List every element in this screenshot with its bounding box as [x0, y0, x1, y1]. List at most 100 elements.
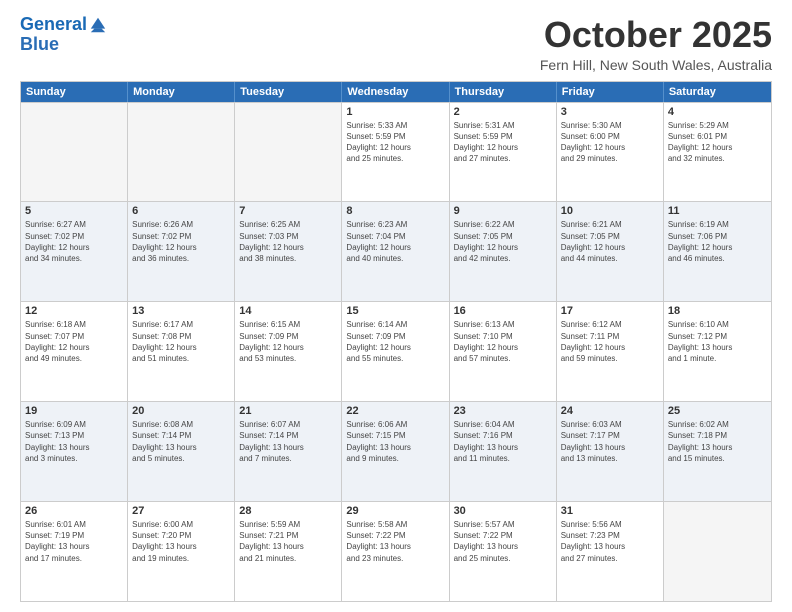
day-info: Sunrise: 6:25 AMSunset: 7:03 PMDaylight:… [239, 219, 337, 264]
header-day-saturday: Saturday [664, 82, 771, 102]
day-cell-5: 5 Sunrise: 6:27 AMSunset: 7:02 PMDaylight… [21, 202, 128, 301]
logo-general: General [20, 15, 87, 35]
day-info: Sunrise: 6:26 AMSunset: 7:02 PMDaylight:… [132, 219, 230, 264]
page: General Blue October 2025 Fern Hill, New… [0, 0, 792, 612]
empty-cell-4-6 [664, 502, 771, 601]
day-info: Sunrise: 5:31 AMSunset: 5:59 PMDaylight:… [454, 120, 552, 165]
day-number: 3 [561, 106, 659, 118]
day-number: 12 [25, 305, 123, 317]
day-info: Sunrise: 6:03 AMSunset: 7:17 PMDaylight:… [561, 419, 659, 464]
day-cell-22: 22 Sunrise: 6:06 AMSunset: 7:15 PMDayligh… [342, 402, 449, 501]
day-info: Sunrise: 6:18 AMSunset: 7:07 PMDaylight:… [25, 319, 123, 364]
day-number: 17 [561, 305, 659, 317]
day-info: Sunrise: 6:12 AMSunset: 7:11 PMDaylight:… [561, 319, 659, 364]
day-info: Sunrise: 5:57 AMSunset: 7:22 PMDaylight:… [454, 519, 552, 564]
day-cell-16: 16 Sunrise: 6:13 AMSunset: 7:10 PMDayligh… [450, 302, 557, 401]
day-cell-17: 17 Sunrise: 6:12 AMSunset: 7:11 PMDayligh… [557, 302, 664, 401]
day-info: Sunrise: 6:27 AMSunset: 7:02 PMDaylight:… [25, 219, 123, 264]
day-cell-12: 12 Sunrise: 6:18 AMSunset: 7:07 PMDayligh… [21, 302, 128, 401]
day-number: 20 [132, 405, 230, 417]
week-row-2: 5 Sunrise: 6:27 AMSunset: 7:02 PMDaylight… [21, 201, 771, 301]
day-info: Sunrise: 5:29 AMSunset: 6:01 PMDaylight:… [668, 120, 767, 165]
day-info: Sunrise: 6:01 AMSunset: 7:19 PMDaylight:… [25, 519, 123, 564]
week-row-1: 1 Sunrise: 5:33 AMSunset: 5:59 PMDaylight… [21, 102, 771, 202]
day-number: 5 [25, 205, 123, 217]
day-info: Sunrise: 5:56 AMSunset: 7:23 PMDaylight:… [561, 519, 659, 564]
header: General Blue October 2025 Fern Hill, New… [20, 15, 772, 73]
day-info: Sunrise: 6:17 AMSunset: 7:08 PMDaylight:… [132, 319, 230, 364]
day-cell-2: 2Sunrise: 5:31 AMSunset: 5:59 PMDaylight… [450, 103, 557, 202]
day-info: Sunrise: 6:09 AMSunset: 7:13 PMDaylight:… [25, 419, 123, 464]
day-cell-7: 7Sunrise: 6:25 AMSunset: 7:03 PMDaylight… [235, 202, 342, 301]
week-row-4: 19Sunrise: 6:09 AMSunset: 7:13 PMDayligh… [21, 401, 771, 501]
day-info: Sunrise: 6:06 AMSunset: 7:15 PMDaylight:… [346, 419, 444, 464]
day-info: Sunrise: 6:02 AMSunset: 7:18 PMDaylight:… [668, 419, 767, 464]
day-info: Sunrise: 5:33 AMSunset: 5:59 PMDaylight:… [346, 120, 444, 165]
day-cell-10: 10 Sunrise: 6:21 AMSunset: 7:05 PMDayligh… [557, 202, 664, 301]
logo-blue: Blue [20, 35, 107, 55]
calendar-header: SundayMondayTuesdayWednesdayThursdayFrid… [21, 82, 771, 102]
day-number: 31 [561, 505, 659, 517]
header-day-wednesday: Wednesday [342, 82, 449, 102]
day-number: 8 [346, 205, 444, 217]
day-info: Sunrise: 6:00 AMSunset: 7:20 PMDaylight:… [132, 519, 230, 564]
day-cell-30: 30 Sunrise: 5:57 AMSunset: 7:22 PMDayligh… [450, 502, 557, 601]
empty-cell-0-2 [235, 103, 342, 202]
calendar-body: 1 Sunrise: 5:33 AMSunset: 5:59 PMDaylight… [21, 102, 771, 601]
day-info: Sunrise: 6:19 AMSunset: 7:06 PMDaylight:… [668, 219, 767, 264]
day-number: 1 [346, 106, 444, 118]
day-info: Sunrise: 6:15 AMSunset: 7:09 PMDaylight:… [239, 319, 337, 364]
day-cell-31: 31 Sunrise: 5:56 AMSunset: 7:23 PMDayligh… [557, 502, 664, 601]
day-info: Sunrise: 6:14 AMSunset: 7:09 PMDaylight:… [346, 319, 444, 364]
header-day-sunday: Sunday [21, 82, 128, 102]
day-info: Sunrise: 5:59 AMSunset: 7:21 PMDaylight:… [239, 519, 337, 564]
header-day-friday: Friday [557, 82, 664, 102]
week-row-5: 26 Sunrise: 6:01 AMSunset: 7:19 PMDayligh… [21, 501, 771, 601]
day-number: 30 [454, 505, 552, 517]
day-number: 22 [346, 405, 444, 417]
day-cell-11: 11Sunrise: 6:19 AMSunset: 7:06 PMDayligh… [664, 202, 771, 301]
day-number: 13 [132, 305, 230, 317]
day-cell-6: 6Sunrise: 6:26 AMSunset: 7:02 PMDaylight… [128, 202, 235, 301]
day-cell-26: 26 Sunrise: 6:01 AMSunset: 7:19 PMDayligh… [21, 502, 128, 601]
day-cell-1: 1 Sunrise: 5:33 AMSunset: 5:59 PMDaylight… [342, 103, 449, 202]
day-number: 26 [25, 505, 123, 517]
header-day-tuesday: Tuesday [235, 82, 342, 102]
day-info: Sunrise: 6:08 AMSunset: 7:14 PMDaylight:… [132, 419, 230, 464]
day-cell-13: 13 Sunrise: 6:17 AMSunset: 7:08 PMDayligh… [128, 302, 235, 401]
logo: General Blue [20, 15, 107, 55]
week-row-3: 12 Sunrise: 6:18 AMSunset: 7:07 PMDayligh… [21, 301, 771, 401]
calendar: SundayMondayTuesdayWednesdayThursdayFrid… [20, 81, 772, 602]
title-block: October 2025 Fern Hill, New South Wales,… [540, 15, 772, 73]
day-cell-4: 4 Sunrise: 5:29 AMSunset: 6:01 PMDaylight… [664, 103, 771, 202]
day-cell-24: 24Sunrise: 6:03 AMSunset: 7:17 PMDayligh… [557, 402, 664, 501]
day-number: 25 [668, 405, 767, 417]
day-cell-23: 23Sunrise: 6:04 AMSunset: 7:16 PMDayligh… [450, 402, 557, 501]
day-number: 28 [239, 505, 337, 517]
day-number: 18 [668, 305, 767, 317]
empty-cell-0-0 [21, 103, 128, 202]
day-number: 4 [668, 106, 767, 118]
day-cell-15: 15Sunrise: 6:14 AMSunset: 7:09 PMDayligh… [342, 302, 449, 401]
location-title: Fern Hill, New South Wales, Australia [540, 57, 772, 73]
day-cell-27: 27Sunrise: 6:00 AMSunset: 7:20 PMDayligh… [128, 502, 235, 601]
day-cell-20: 20 Sunrise: 6:08 AMSunset: 7:14 PMDayligh… [128, 402, 235, 501]
day-number: 16 [454, 305, 552, 317]
day-number: 21 [239, 405, 337, 417]
day-number: 9 [454, 205, 552, 217]
day-info: Sunrise: 5:58 AMSunset: 7:22 PMDaylight:… [346, 519, 444, 564]
day-info: Sunrise: 6:21 AMSunset: 7:05 PMDaylight:… [561, 219, 659, 264]
day-info: Sunrise: 6:22 AMSunset: 7:05 PMDaylight:… [454, 219, 552, 264]
day-number: 23 [454, 405, 552, 417]
day-number: 10 [561, 205, 659, 217]
header-day-thursday: Thursday [450, 82, 557, 102]
day-info: Sunrise: 6:10 AMSunset: 7:12 PMDaylight:… [668, 319, 767, 364]
day-number: 29 [346, 505, 444, 517]
day-number: 14 [239, 305, 337, 317]
day-info: Sunrise: 6:13 AMSunset: 7:10 PMDaylight:… [454, 319, 552, 364]
day-cell-29: 29 Sunrise: 5:58 AMSunset: 7:22 PMDayligh… [342, 502, 449, 601]
header-day-monday: Monday [128, 82, 235, 102]
day-cell-25: 25 Sunrise: 6:02 AMSunset: 7:18 PMDayligh… [664, 402, 771, 501]
day-cell-8: 8Sunrise: 6:23 AMSunset: 7:04 PMDaylight… [342, 202, 449, 301]
month-title: October 2025 [540, 15, 772, 55]
